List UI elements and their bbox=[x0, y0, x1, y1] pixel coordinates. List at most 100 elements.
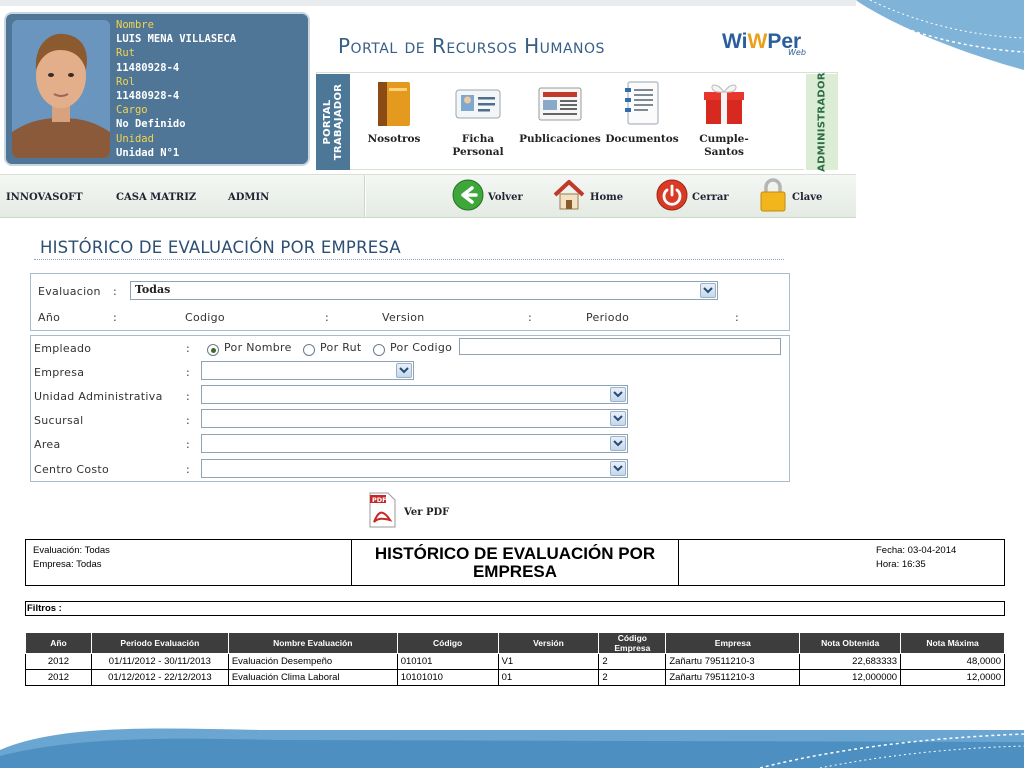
cell-periodo: 01/11/2012 - 30/11/2013 bbox=[90, 653, 229, 670]
nav-divider bbox=[364, 175, 366, 217]
report-evaluacion: Evaluación: Todas bbox=[33, 545, 110, 556]
portal-tab-line1: PORTAL bbox=[322, 99, 333, 145]
evaluacion-colon: : bbox=[113, 285, 118, 298]
radio-por-nombre[interactable] bbox=[207, 344, 219, 356]
cell-nota-obtenida: 12,000000 bbox=[799, 669, 902, 686]
cell-anio: 2012 bbox=[25, 669, 92, 686]
report-hora: Hora: 16:35 bbox=[876, 559, 926, 570]
employee-filter-panel: Empleado : Por Nombre Por Rut Por Codigo… bbox=[30, 335, 790, 482]
ver-pdf-label: Ver PDF bbox=[404, 506, 450, 518]
portal-tab-line2: TRABAJADOR bbox=[333, 83, 344, 161]
logo-sub: Web bbox=[788, 48, 806, 57]
profile-fields: Nombre LUIS MENA VILLASECA Rut 11480928-… bbox=[116, 18, 306, 160]
cell-periodo: 01/12/2012 - 22/12/2013 bbox=[90, 669, 229, 686]
profile-label-rol: Rol bbox=[116, 75, 135, 88]
chevron-down-icon bbox=[610, 436, 626, 451]
menu-label-cumple-santos: Cumple-Santos bbox=[699, 133, 749, 158]
col-empresa: Empresa bbox=[665, 632, 801, 654]
wimper-logo: WiWPer Web bbox=[722, 30, 812, 60]
menu-label-ficha-personal: Ficha Personal bbox=[452, 133, 504, 158]
cell-codigo: 010101 bbox=[396, 653, 499, 670]
nav-link-innovasoft[interactable]: INNOVASOFT bbox=[6, 192, 83, 203]
volver-button[interactable]: Volver bbox=[452, 179, 523, 215]
lock-icon bbox=[758, 177, 788, 217]
chevron-down-icon bbox=[396, 363, 412, 378]
nav-link-admin[interactable]: ADMIN bbox=[228, 192, 269, 203]
col-codigo-empresa: Código Empresa bbox=[598, 632, 667, 654]
report-filtros-label: Filtros : bbox=[27, 603, 62, 614]
empleado-search-input[interactable] bbox=[459, 338, 781, 355]
cell-nota-maxima: 48,0000 bbox=[900, 653, 1005, 670]
volver-label: Volver bbox=[488, 191, 523, 203]
menu-item-nosotros[interactable]: Nosotros bbox=[352, 78, 436, 146]
profile-label-nombre: Nombre bbox=[116, 19, 154, 31]
chevron-down-icon bbox=[610, 387, 626, 402]
empresa-select[interactable] bbox=[201, 361, 414, 380]
nav-link-casa-matriz[interactable]: CASA MATRIZ bbox=[116, 192, 196, 203]
cell-empresa: Zañartu 79511210-3 bbox=[665, 669, 801, 686]
menu-item-publicaciones[interactable]: Publicaciones bbox=[518, 78, 602, 146]
book-icon bbox=[369, 78, 419, 128]
hr-portal-window: Nombre LUIS MENA VILLASECA Rut 11480928-… bbox=[0, 0, 856, 532]
sucursal-select[interactable] bbox=[201, 409, 628, 428]
chevron-down-icon bbox=[610, 461, 626, 476]
ver-pdf-button[interactable]: PDF Ver PDF bbox=[368, 492, 449, 532]
nav-bar: INNOVASOFT CASA MATRIZ ADMIN Volver Home bbox=[0, 174, 856, 218]
table-row: 2012 01/11/2012 - 30/11/2013 Evaluación … bbox=[25, 653, 1005, 670]
menu-item-ficha-personal[interactable]: Ficha Personal bbox=[436, 78, 520, 158]
radio-por-rut[interactable] bbox=[303, 344, 315, 356]
profile-value-cargo: No Definido bbox=[116, 118, 186, 131]
chevron-down-icon bbox=[610, 411, 626, 426]
evaluacion-select[interactable]: Todas bbox=[130, 281, 718, 300]
portal-trabajador-tab[interactable]: PORTAL TRABAJADOR bbox=[316, 74, 350, 170]
menu-item-documentos[interactable]: Documentos bbox=[600, 78, 684, 146]
area-select[interactable] bbox=[201, 434, 628, 453]
evaluacion-value: Todas bbox=[135, 283, 171, 296]
radio-por-rut-label: Por Rut bbox=[320, 341, 362, 354]
profile-value-rut: 11480928-4 bbox=[116, 61, 180, 74]
radio-por-codigo[interactable] bbox=[373, 344, 385, 356]
menu-label-nosotros: Nosotros bbox=[367, 133, 421, 145]
centro-costo-colon: : bbox=[186, 463, 191, 476]
cell-codigo-empresa: 2 bbox=[598, 669, 667, 686]
chevron-down-icon bbox=[700, 283, 716, 298]
power-icon bbox=[656, 179, 688, 215]
cell-nombre: Evaluación Desempeño bbox=[227, 653, 398, 670]
logo-text-b: W bbox=[747, 30, 768, 53]
gift-icon bbox=[699, 78, 749, 128]
sucursal-label: Sucursal bbox=[34, 414, 84, 427]
home-icon bbox=[552, 178, 586, 216]
cell-anio: 2012 bbox=[25, 653, 92, 670]
administrador-tab[interactable]: ADMINISTRADOR bbox=[804, 72, 838, 172]
col-nombre: Nombre Evaluación bbox=[227, 632, 398, 654]
report-table: Año Periodo Evaluación Nombre Evaluación… bbox=[25, 632, 1005, 686]
col-version: Versión bbox=[497, 632, 600, 654]
sucursal-colon: : bbox=[186, 414, 191, 427]
employee-photo bbox=[12, 20, 110, 158]
profile-value-rol: 11480928-4 bbox=[116, 90, 180, 103]
cerrar-button[interactable]: Cerrar bbox=[656, 179, 729, 215]
empleado-colon: : bbox=[186, 342, 191, 355]
home-button[interactable]: Home bbox=[552, 179, 623, 215]
periodo-colon: : bbox=[735, 311, 740, 324]
evaluation-filter-panel: Evaluacion : Todas Año : Codigo : Versio… bbox=[30, 273, 790, 331]
menu-label-documentos: Documentos bbox=[605, 133, 679, 145]
menu-item-cumple-santos[interactable]: Cumple-Santos bbox=[682, 78, 766, 158]
pdf-icon-text: PDF bbox=[372, 496, 387, 504]
clave-button[interactable]: Clave bbox=[758, 177, 823, 217]
newspaper-icon bbox=[535, 78, 585, 128]
unidad-select[interactable] bbox=[201, 385, 628, 404]
cell-nombre: Evaluación Clima Laboral bbox=[227, 669, 398, 686]
portal-title: Portal de Recursos Humanos bbox=[338, 34, 605, 58]
col-codigo: Código bbox=[396, 632, 499, 654]
centro-costo-select[interactable] bbox=[201, 459, 628, 478]
col-nota-obtenida: Nota Obtenida bbox=[799, 632, 902, 654]
cell-codigo-empresa: 2 bbox=[598, 653, 667, 670]
area-colon: : bbox=[186, 438, 191, 451]
empresa-label: Empresa bbox=[34, 366, 85, 379]
clave-label: Clave bbox=[792, 191, 823, 203]
version-label: Version bbox=[382, 311, 425, 324]
col-periodo: Periodo Evaluación bbox=[90, 632, 229, 654]
codigo-label: Codigo bbox=[185, 311, 225, 324]
home-label: Home bbox=[590, 191, 624, 203]
